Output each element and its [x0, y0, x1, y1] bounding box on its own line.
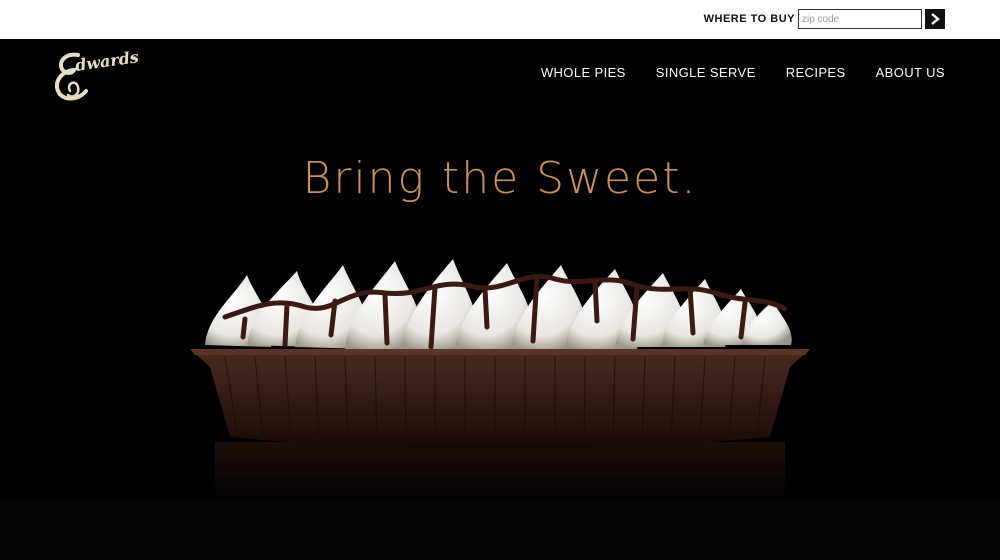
svg-text:dwards: dwards: [74, 47, 140, 75]
bottom-strip: [0, 500, 1000, 560]
pie-image: [190, 259, 810, 502]
site-header: dwards ® WHOLE PIES SINGLE SERVE RECIPES…: [0, 39, 1000, 117]
zip-submit-button[interactable]: [925, 9, 945, 29]
hero-headline: Bring the Sweet.: [302, 153, 698, 204]
main-navigation: WHOLE PIES SINGLE SERVE RECIPES ABOUT US: [541, 65, 945, 80]
svg-text:®: ®: [132, 55, 137, 62]
nav-recipes[interactable]: RECIPES: [786, 65, 846, 80]
nav-single-serve[interactable]: SINGLE SERVE: [656, 65, 756, 80]
edwards-logo[interactable]: dwards ®: [52, 47, 140, 105]
edwards-logo-mark: dwards ®: [55, 47, 140, 101]
where-to-buy-label: WHERE TO BUY: [703, 13, 795, 25]
top-utility-bar: WHERE TO BUY: [0, 0, 1000, 39]
nav-whole-pies[interactable]: WHOLE PIES: [541, 65, 626, 80]
nav-about-us[interactable]: ABOUT US: [876, 65, 945, 80]
hero-banner: Bring the Sweet.: [0, 117, 1000, 502]
zip-code-input[interactable]: [798, 9, 922, 29]
chevron-right-icon: [931, 13, 940, 25]
